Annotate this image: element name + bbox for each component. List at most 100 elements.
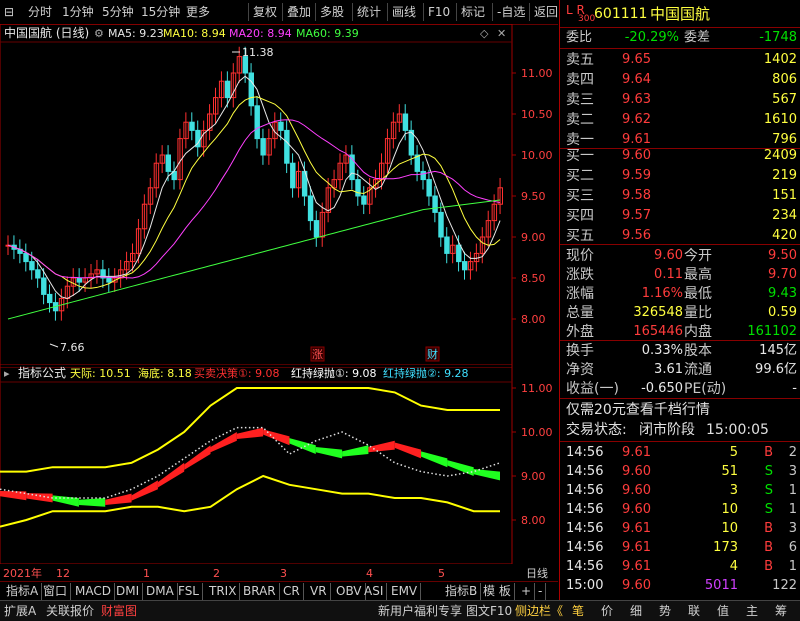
indicator-tab-2[interactable]: MACD [72, 583, 115, 600]
quote-tab-0[interactable]: 笔 [572, 602, 584, 620]
quote-tab-6[interactable]: 主 [746, 602, 758, 620]
buy-row: 买五 9.56 420 [560, 226, 800, 246]
indicator-tab-9[interactable]: VR [307, 583, 331, 600]
toolbar-period-4[interactable]: 更多 [186, 3, 210, 21]
stat-value: 99.6亿 [755, 362, 797, 377]
chart-title: 中国国航 (日线) [4, 25, 89, 40]
quote-tab-7[interactable]: 筹 [775, 602, 787, 620]
indicator-tab-11[interactable]: ASI [361, 583, 388, 600]
toolbar-btn-7[interactable]: -自选 [497, 3, 525, 21]
buy-label: 买二 [566, 168, 594, 184]
trade-count: 2 [788, 445, 797, 460]
sell-price: 9.64 [622, 72, 651, 87]
bottom-link-0[interactable]: 新用户福利专享 [378, 602, 462, 620]
trade-time: 14:56 [566, 559, 604, 574]
toolbar-period-3[interactable]: 15分钟 [141, 3, 180, 21]
toolbar-btn-6[interactable]: 标记 [461, 3, 485, 21]
quote-tab-5[interactable]: 值 [717, 602, 729, 620]
toolbar-btn-3[interactable]: 统计 [357, 3, 381, 21]
trade-volume: 5 [729, 445, 738, 460]
stat-value: 3.61 [654, 362, 683, 377]
settings-icon[interactable]: ⚙ [94, 27, 104, 40]
trade-time: 14:56 [566, 483, 604, 498]
ma-label: MA10: 8.94 [163, 27, 226, 40]
weibi-value: -20.29% [624, 30, 679, 45]
indicator-chart[interactable]: ▸ 指标公式 天际: 10.51 海底: 8.18 买卖决策①: 9.08 红持绿抛①: … [0, 364, 558, 564]
indicator-tab-0[interactable]: 指标A [3, 583, 43, 600]
diamond-icon[interactable]: ◇ [480, 27, 489, 40]
trade-volume: 5011 [704, 578, 738, 593]
quote-tab-2[interactable]: 细 [630, 602, 642, 620]
toolbar-period-2[interactable]: 5分钟 [102, 3, 134, 21]
trade-row: 14:56 9.61 5 B 2 [560, 443, 800, 463]
buy-label: 买四 [566, 208, 594, 224]
stat-row: 涨跌 0.11 最高 9.70 [560, 265, 800, 285]
buy-row: 买三 9.58 151 [560, 186, 800, 206]
indicator-tab-4[interactable]: DMA [143, 583, 178, 600]
y-tick-label: 8.00 [521, 313, 546, 326]
stat-value: 0.11 [654, 267, 683, 282]
date-month: 3 [280, 567, 287, 580]
expand-icon[interactable]: ▸ [4, 367, 10, 380]
toolbar-btn-5[interactable]: F10 [428, 3, 450, 21]
indicator-tab-1[interactable]: 窗口 [40, 583, 72, 600]
bottom-link-1[interactable]: 图文F10 [466, 602, 512, 620]
trade-price: 9.61 [622, 540, 651, 555]
indicator-tab-5[interactable]: FSL [175, 583, 203, 600]
kline-chart[interactable]: 11.00 10.50 10.00 9.50 9.00 8.50 8.00 中国国航 (日线)… [0, 24, 558, 368]
toolbar-btn-0[interactable]: 复权 [253, 3, 277, 21]
buy-price: 9.56 [622, 228, 651, 243]
indicator-tab-15[interactable]: + [518, 583, 536, 600]
indicator-title: 指标公式 [18, 365, 66, 380]
trade-count: 6 [788, 540, 797, 555]
indicator-tab-12[interactable]: EMV [388, 583, 422, 600]
quote-tab-3[interactable]: 势 [659, 602, 671, 620]
trade-price: 9.60 [622, 464, 651, 479]
sell-volume: 806 [772, 72, 797, 87]
date-month: 12 [56, 567, 70, 580]
weicha-value: -1748 [759, 30, 797, 45]
indicator-tab-16[interactable]: - [535, 583, 547, 600]
stat-label: 收益(一) [566, 381, 619, 397]
close-icon[interactable]: ✕ [497, 27, 506, 40]
indicator-tab-13[interactable]: 指标B [442, 583, 482, 600]
indicator-tab-14[interactable]: 模 板 [480, 583, 515, 600]
stat-label: 换手 [566, 343, 594, 359]
period-label: 日线 [526, 567, 548, 580]
quote-tab-1[interactable]: 价 [601, 602, 613, 620]
bottom-link-2[interactable]: 侧边栏《 [515, 602, 563, 620]
promo-text[interactable]: 仅需20元查看千档行情 [566, 400, 710, 420]
stat-label: 现价 [566, 248, 594, 264]
toolbar-btn-2[interactable]: 多股 [320, 3, 344, 21]
indicator-label: 买卖决策①: 9.08 [194, 366, 280, 380]
status-value: 闭市阶段 [639, 422, 695, 438]
buy-volume: 219 [772, 168, 797, 183]
indicator-tab-3[interactable]: DMI [113, 583, 144, 600]
indicator-tab-6[interactable]: TRIX [206, 583, 241, 600]
sell-label: 卖三 [566, 92, 594, 108]
toolbar-period-0[interactable]: 分时 [28, 3, 52, 21]
toolbar-btn-1[interactable]: 叠加 [287, 3, 311, 21]
event-marker[interactable]: 财 [427, 347, 438, 361]
indicator-label: 红持绿抛①: 9.08 [291, 366, 377, 380]
sell-row: 卖二 9.62 1610 [560, 110, 800, 130]
quote-tab-4[interactable]: 联 [688, 602, 700, 620]
bottom-tab-0[interactable]: 扩展A [4, 602, 36, 620]
stat-label: PE(动) [684, 381, 727, 397]
toolbar-btn-4[interactable]: 画线 [392, 3, 416, 21]
toolbar-period-1[interactable]: 1分钟 [62, 3, 94, 21]
stat-label: 涨跌 [566, 267, 594, 283]
indicator-tab-7[interactable]: BRAR [240, 583, 280, 600]
trade-row: 14:56 9.61 173 B 6 [560, 538, 800, 558]
event-marker[interactable]: 涨 [312, 348, 323, 361]
bottom-tab-1[interactable]: 关联报价 [46, 602, 94, 620]
indicator-tab-8[interactable]: CR [280, 583, 304, 600]
trade-price: 9.61 [622, 445, 651, 460]
promo-row[interactable]: 仅需20元查看千档行情 [560, 400, 800, 420]
stat2-row: 净资 3.61 流通 99.6亿 [560, 360, 800, 380]
bottom-tab-2[interactable]: 财富图 [101, 602, 137, 620]
expand-icon[interactable]: ⊟ [4, 3, 14, 21]
trade-price: 9.60 [622, 578, 651, 593]
sell-row: 卖三 9.63 567 [560, 90, 800, 110]
toolbar-btn-8[interactable]: 返回 [534, 3, 558, 21]
